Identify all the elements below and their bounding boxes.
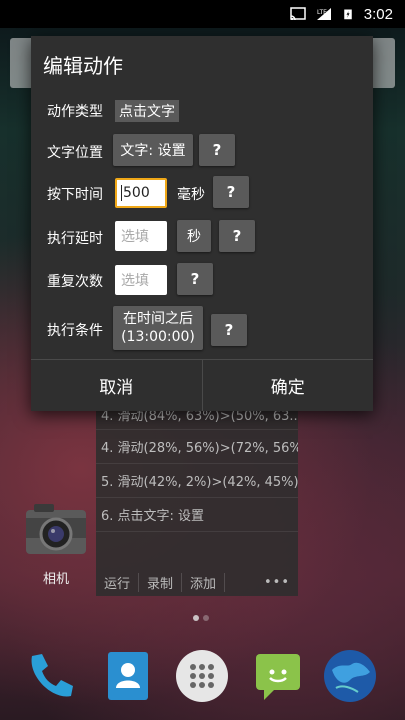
page-indicator [193, 615, 209, 621]
status-time: 3:02 [363, 5, 393, 23]
dock [0, 640, 405, 710]
text-position-button[interactable]: 文字: 设置 [113, 134, 193, 166]
cast-icon [290, 7, 306, 21]
exec-delay-label: 执行延时 [47, 231, 103, 247]
confirm-button[interactable]: 确定 [203, 360, 374, 411]
macro-list-widget: 4. 滑动(84%, 63%)>(50%, 63... 4. 滑动(28%, 5… [96, 400, 298, 596]
battery-icon [344, 9, 352, 20]
repeat-count-label: 重复次数 [47, 274, 103, 290]
exec-condition-line2: (13:00:00) [121, 329, 195, 345]
cancel-button[interactable]: 取消 [31, 360, 202, 411]
text-caret [121, 185, 122, 201]
app-drawer-icon[interactable] [174, 648, 230, 704]
repeat-count-input[interactable]: 选填 [115, 265, 167, 295]
run-button[interactable]: 运行 [96, 572, 140, 592]
exec-condition-line1: 在时间之后 [123, 311, 193, 327]
list-toolbar: 运行 录制 添加 ••• [96, 568, 298, 596]
press-time-help-button[interactable]: ? [213, 176, 249, 208]
list-item: 4. 滑动(28%, 56%)>(72%, 56%) [96, 430, 298, 464]
camera-icon[interactable] [24, 500, 88, 562]
press-time-value: 500 [123, 185, 150, 201]
dialog-title: 编辑动作 [43, 54, 123, 78]
exec-delay-help-button[interactable]: ? [219, 220, 255, 252]
exec-condition-help-button[interactable]: ? [211, 314, 247, 346]
contacts-icon[interactable] [100, 648, 156, 704]
repeat-count-help-button[interactable]: ? [177, 263, 213, 295]
list-item: 6. 点击文字: 设置 [96, 498, 298, 532]
edit-action-dialog: 编辑动作 动作类型 点击文字 文字位置 文字: 设置 ? 按下时间 500 毫秒… [31, 36, 373, 411]
exec-condition-label: 执行条件 [47, 323, 103, 339]
more-icon[interactable]: ••• [256, 575, 298, 590]
list-item: 5. 滑动(42%, 2%)>(42%, 45%) [96, 464, 298, 498]
camera-app-label: 相机 [42, 572, 69, 587]
add-button[interactable]: 添加 [182, 572, 226, 592]
messaging-icon[interactable] [250, 648, 306, 704]
browser-icon[interactable] [322, 648, 378, 704]
exec-condition-button[interactable]: 在时间之后 (13:00:00) [113, 306, 203, 350]
signal-icon: LTE [316, 8, 331, 20]
status-bar: LTE 3:02 [0, 0, 405, 28]
exec-delay-unit-button[interactable]: 秒 [177, 220, 211, 252]
text-position-help-button[interactable]: ? [199, 134, 235, 166]
phone-icon[interactable] [22, 648, 78, 704]
action-type-label: 动作类型 [47, 104, 103, 120]
svg-text:LTE: LTE [317, 9, 327, 16]
press-time-label: 按下时间 [47, 187, 103, 203]
exec-delay-input[interactable]: 选填 [115, 221, 167, 251]
dialog-footer: 取消 确定 [31, 359, 373, 411]
text-position-label: 文字位置 [47, 145, 103, 161]
action-type-value[interactable]: 点击文字 [115, 100, 179, 122]
press-time-input[interactable]: 500 [115, 178, 167, 208]
record-button[interactable]: 录制 [139, 572, 183, 592]
press-time-unit: 毫秒 [177, 187, 205, 203]
